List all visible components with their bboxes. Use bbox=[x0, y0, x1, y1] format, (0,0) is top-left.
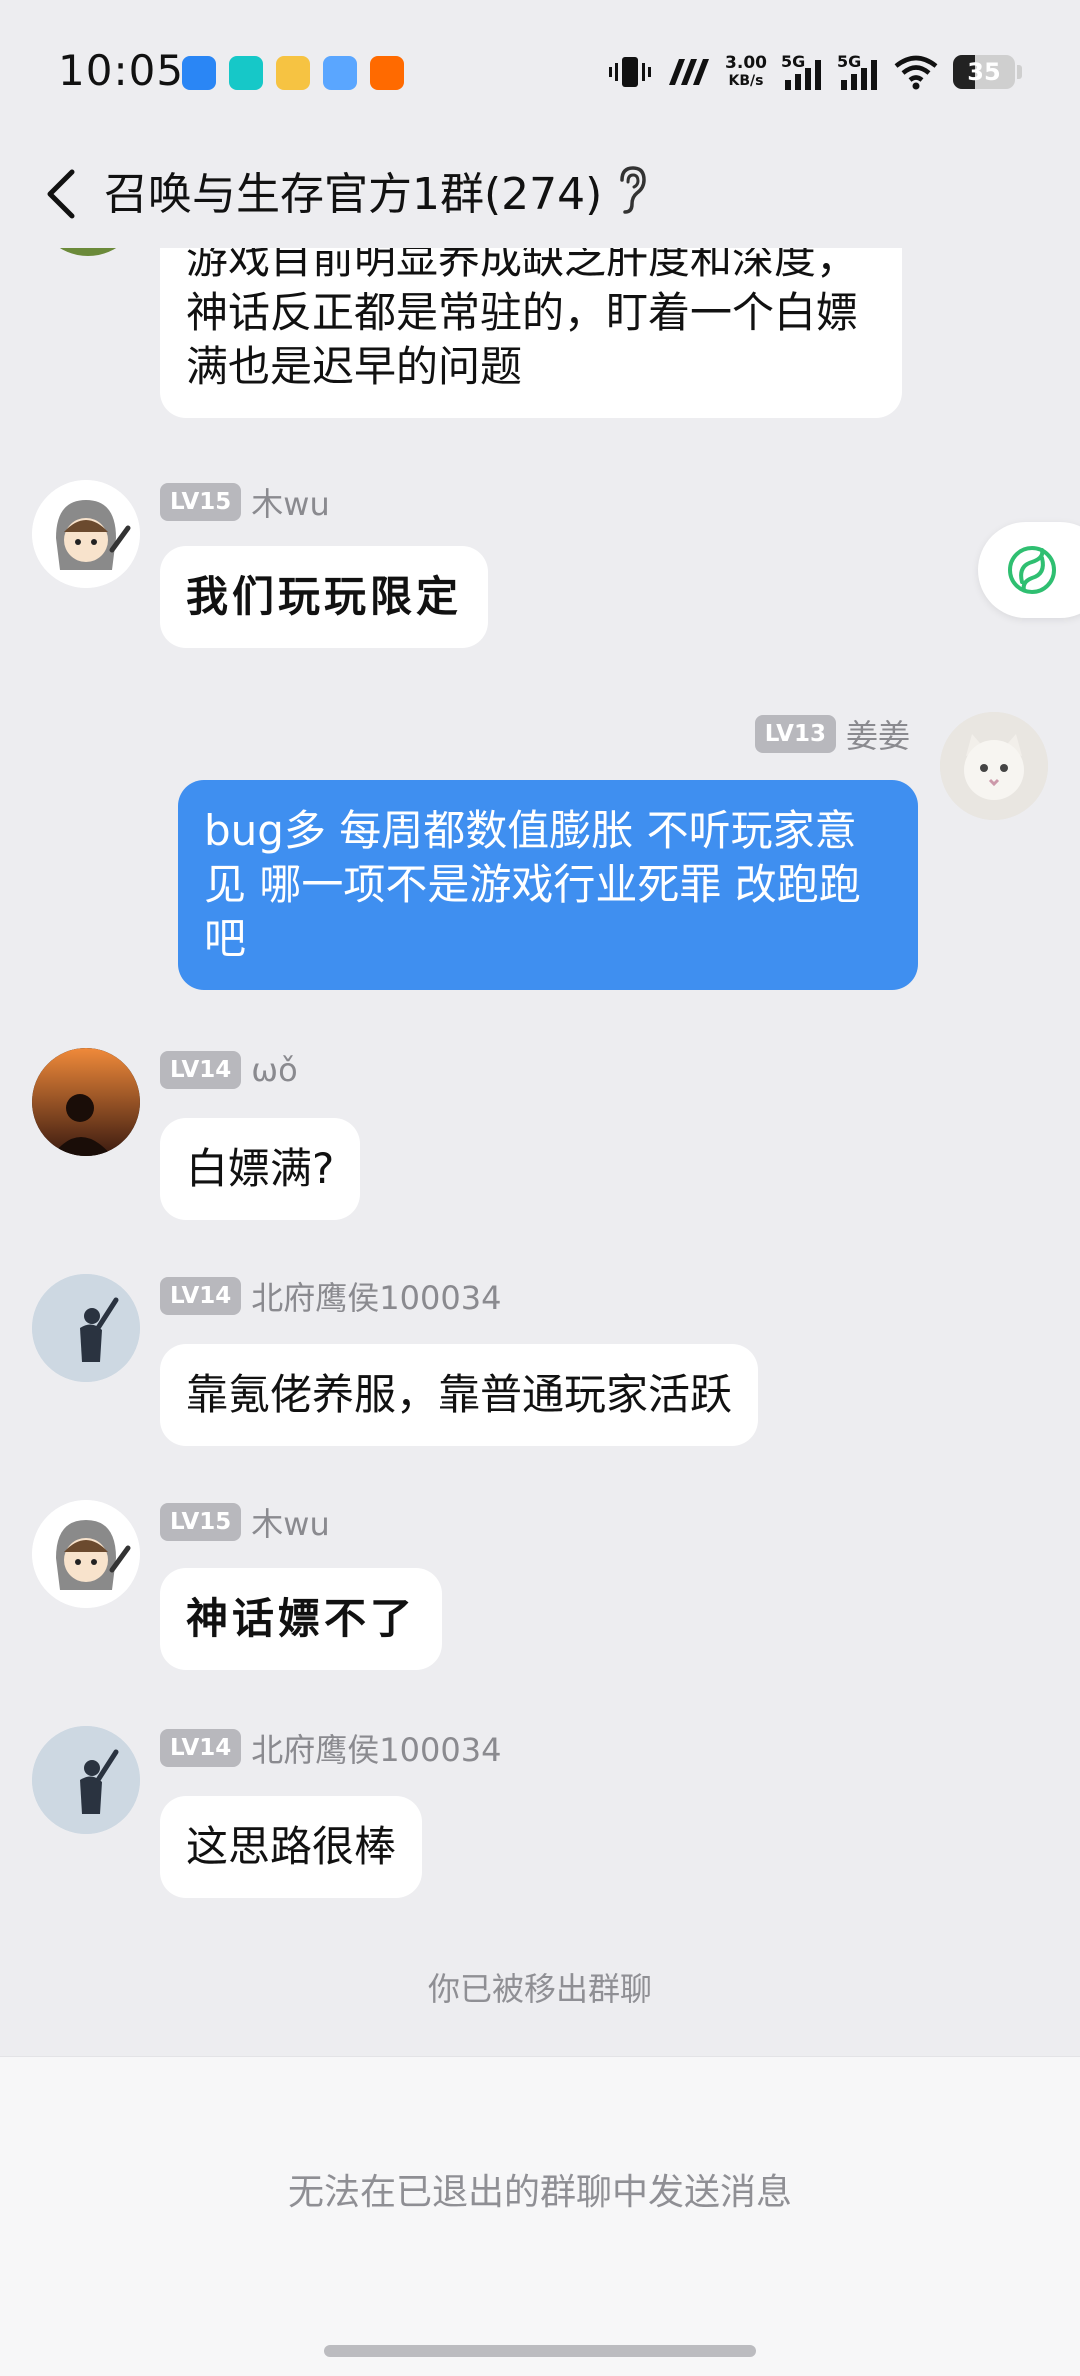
sender-name[interactable]: 北府鹰侯100034 bbox=[251, 1725, 501, 1771]
level-badge: LV15 bbox=[160, 1503, 242, 1541]
ear-icon[interactable] bbox=[612, 162, 652, 218]
sender-meta: LV15 木wu bbox=[160, 479, 330, 525]
sender-meta: LV13 姜姜 bbox=[754, 711, 910, 757]
message-bubble[interactable]: 靠氪佬养服，靠普通玩家活跃 bbox=[160, 1344, 759, 1446]
person-avatar-icon bbox=[32, 1274, 140, 1382]
person-avatar-icon bbox=[32, 1726, 140, 1834]
user-avatar[interactable] bbox=[940, 712, 1048, 820]
speed-unit: KB/s bbox=[728, 73, 764, 89]
sunset-avatar-icon bbox=[32, 1048, 140, 1156]
battery-level: 35 bbox=[967, 58, 1001, 86]
message-bubble[interactable]: 白嫖满? bbox=[160, 1118, 361, 1220]
message-item: LV14 北府鹰侯100034 靠氪佬养服，靠普通玩家活跃 bbox=[0, 1274, 1080, 1474]
chat-header: 召唤与生存官方1群(274) bbox=[0, 140, 1080, 248]
message-item: LV14 ωǒ 白嫖满? bbox=[0, 1048, 1080, 1248]
chat-screen: 10:05 3.00 KB/s 5G 5G 35 召唤与生存官方1群(274) … bbox=[0, 0, 1080, 2376]
back-arrow-icon[interactable] bbox=[36, 164, 96, 224]
sender-name[interactable]: 姜姜 bbox=[846, 711, 910, 757]
vibrate-icon bbox=[609, 57, 652, 87]
sender-meta: LV14 北府鹰侯100034 bbox=[160, 1273, 501, 1319]
system-notice: 你已被移出群聊 bbox=[427, 1970, 652, 2008]
cartoon-avatar-icon bbox=[32, 1500, 140, 1608]
user-avatar[interactable] bbox=[32, 1500, 140, 1608]
status-bar: 10:05 3.00 KB/s 5G 5G 35 bbox=[0, 0, 1080, 140]
battery-icon: 35 bbox=[953, 55, 1015, 89]
browser-app-icon bbox=[182, 56, 216, 90]
sender-meta: LV15 木wu bbox=[160, 1499, 330, 1545]
cartoon-avatar-icon bbox=[32, 480, 140, 588]
message-bubble[interactable]: 这思路很棒 bbox=[160, 1796, 423, 1898]
message-item: LV14 北府鹰侯100034 这思路很棒 bbox=[0, 1726, 1080, 1926]
level-badge: LV15 bbox=[160, 483, 242, 521]
home-indicator[interactable] bbox=[324, 2345, 756, 2357]
sender-meta: LV14 ωǒ bbox=[160, 1050, 298, 1090]
message-item-self: LV13 姜姜 bug多 每周都数值膨胀 不听玩家意见 哪一项不是游戏行业死罪 … bbox=[0, 712, 1080, 1012]
sender-name[interactable]: 北府鹰侯100034 bbox=[251, 1273, 501, 1319]
cell-signal-2: 5G bbox=[837, 52, 879, 92]
status-time: 10:05 bbox=[58, 46, 185, 95]
qq-app-icon bbox=[323, 56, 357, 90]
message-item: 游戏目前明显养成缺乏肝度和深度，神话反正都是常驻的，盯着一个白嫖满也是迟早的问题 bbox=[0, 148, 1080, 448]
cell-signal-1: 5G bbox=[781, 52, 823, 92]
sender-name[interactable]: 木wu bbox=[251, 1499, 329, 1545]
level-badge: LV14 bbox=[160, 1277, 242, 1315]
level-badge: LV14 bbox=[160, 1729, 242, 1767]
message-bubble[interactable]: 神话嫖不了 bbox=[160, 1568, 443, 1670]
sender-name[interactable]: 木wu bbox=[251, 479, 329, 525]
message-item: LV15 木wu 神话嫖不了 bbox=[0, 1500, 1080, 1700]
input-area-disabled: 无法在已退出的群聊中发送消息 bbox=[0, 2056, 1080, 2376]
user-avatar[interactable] bbox=[32, 1726, 140, 1834]
message-bubble[interactable]: bug多 每周都数值膨胀 不听玩家意见 哪一项不是游戏行业死罪 改跑跑吧 bbox=[178, 780, 918, 990]
taptap-app-icon bbox=[229, 56, 263, 90]
user-avatar[interactable] bbox=[32, 1048, 140, 1156]
message-item: LV15 木wu 我们玩玩限定 bbox=[0, 480, 1080, 720]
message-bubble[interactable]: 我们玩玩限定 bbox=[160, 546, 489, 648]
sender-name[interactable]: ωǒ bbox=[251, 1051, 297, 1089]
user-avatar[interactable] bbox=[32, 480, 140, 588]
hd-signal-icon bbox=[669, 59, 710, 85]
level-badge: LV14 bbox=[160, 1051, 242, 1089]
signal-bars-icon bbox=[841, 60, 877, 90]
sender-meta: LV14 北府鹰侯100034 bbox=[160, 1725, 501, 1771]
group-title[interactable]: 召唤与生存官方1群(274) bbox=[104, 158, 602, 222]
network-speed: 3.00 KB/s bbox=[725, 54, 767, 90]
wifi-icon bbox=[894, 55, 938, 90]
status-icons: 3.00 KB/s 5G 5G 35 bbox=[607, 48, 1022, 96]
cat-avatar-icon bbox=[940, 712, 1048, 820]
user-avatar[interactable] bbox=[32, 1274, 140, 1382]
speed-value: 3.00 bbox=[725, 53, 767, 73]
signal-bars-icon bbox=[785, 60, 821, 90]
battery-tip bbox=[1017, 65, 1022, 79]
floating-assistant-button[interactable] bbox=[978, 522, 1080, 618]
taobao-app-icon bbox=[370, 56, 404, 90]
message-list: 游戏目前明显养成缺乏肝度和深度，神话反正都是常驻的，盯着一个白嫖满也是迟早的问题… bbox=[0, 148, 1080, 2056]
level-badge: LV13 bbox=[754, 715, 836, 753]
assistant-icon bbox=[1008, 546, 1056, 594]
weibo-app-icon bbox=[276, 56, 310, 90]
disabled-input-notice: 无法在已退出的群聊中发送消息 bbox=[287, 2172, 792, 2213]
